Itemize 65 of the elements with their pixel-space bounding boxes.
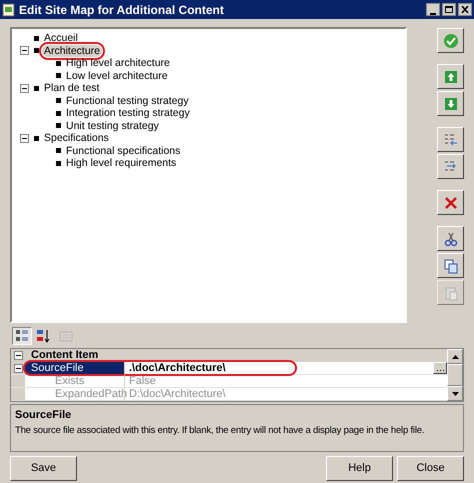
bullet-icon bbox=[56, 60, 60, 66]
bullet-icon bbox=[56, 123, 60, 128]
scroll-up-icon bbox=[452, 354, 458, 358]
indent-button[interactable] bbox=[437, 154, 464, 179]
bullet-icon bbox=[56, 110, 60, 116]
collapse-icon[interactable] bbox=[14, 351, 22, 360]
dialog-button[interactable]: Close bbox=[397, 456, 464, 481]
property-value[interactable]: .\doc\Architecture\ bbox=[125, 362, 295, 374]
bullet-icon bbox=[34, 36, 38, 40]
ok-button[interactable] bbox=[437, 28, 464, 53]
description-text: The source file associated with this entry. If blank, the entry will not have a display page in the help file. bbox=[15, 424, 426, 438]
document-icon bbox=[2, 2, 15, 16]
scroll-thumb[interactable] bbox=[447, 364, 463, 386]
bullet-icon bbox=[34, 136, 38, 140]
tree-item[interactable]: Specifications bbox=[42, 132, 111, 144]
tree-item[interactable]: Accueil bbox=[42, 32, 80, 44]
minimize-button[interactable] bbox=[426, 3, 440, 16]
collapse-icon[interactable] bbox=[20, 84, 28, 92]
category-header: Content Item bbox=[30, 349, 98, 362]
bullet-icon bbox=[56, 73, 60, 78]
delete-icon bbox=[442, 194, 458, 210]
copy-button[interactable] bbox=[437, 253, 464, 278]
up-button[interactable] bbox=[437, 64, 464, 89]
delete-button[interactable] bbox=[437, 190, 464, 215]
paste-icon bbox=[442, 284, 458, 300]
collapse-icon[interactable] bbox=[14, 364, 22, 372]
tree-item[interactable]: Functional testing strategy bbox=[64, 94, 191, 106]
scissors-icon bbox=[442, 230, 458, 246]
dialog-button[interactable]: Help bbox=[326, 456, 393, 481]
tree-item[interactable]: Unit testing strategy bbox=[64, 120, 161, 132]
tree-item[interactable]: Low level architecture bbox=[64, 70, 170, 82]
maximize-button[interactable] bbox=[442, 3, 456, 16]
tree-item[interactable]: Plan de test bbox=[42, 82, 102, 94]
scroll-down-icon bbox=[452, 392, 458, 396]
tree-item[interactable]: High level requirements bbox=[64, 157, 178, 169]
bullet-icon bbox=[56, 160, 60, 166]
down-button[interactable] bbox=[437, 91, 464, 116]
check-icon bbox=[442, 32, 458, 48]
outdent-button[interactable] bbox=[437, 127, 464, 152]
tree-item[interactable]: Architecture bbox=[42, 44, 102, 56]
bullet-icon bbox=[56, 148, 60, 153]
outdent-icon bbox=[442, 132, 458, 148]
tree-item[interactable]: High level architecture bbox=[64, 57, 172, 69]
browse-button[interactable] bbox=[433, 362, 447, 374]
collapse-icon[interactable] bbox=[20, 134, 28, 142]
description-title: SourceFile bbox=[15, 408, 72, 423]
close-icon bbox=[461, 6, 469, 13]
maximize-icon bbox=[445, 6, 453, 13]
view-toggle-button[interactable] bbox=[12, 327, 32, 345]
sort-icon bbox=[36, 328, 52, 344]
copy-icon bbox=[442, 258, 458, 274]
bullet-icon bbox=[56, 98, 60, 103]
cut-button[interactable] bbox=[437, 226, 464, 251]
scrollbar[interactable] bbox=[447, 349, 463, 401]
collapse-icon[interactable] bbox=[20, 46, 28, 55]
tree-item[interactable]: Integration testing strategy bbox=[64, 107, 192, 119]
window-title: Edit Site Map for Additional Content bbox=[19, 2, 225, 18]
categorized-icon bbox=[14, 328, 30, 344]
tree-item[interactable]: Functional specifications bbox=[64, 144, 182, 156]
close-button[interactable] bbox=[458, 3, 472, 16]
bullet-icon bbox=[34, 86, 38, 90]
bullet-icon bbox=[34, 48, 38, 53]
dialog-button[interactable]: Save bbox=[10, 456, 77, 481]
property-name[interactable]: SourceFile bbox=[25, 362, 125, 374]
minimize-icon bbox=[430, 13, 436, 15]
